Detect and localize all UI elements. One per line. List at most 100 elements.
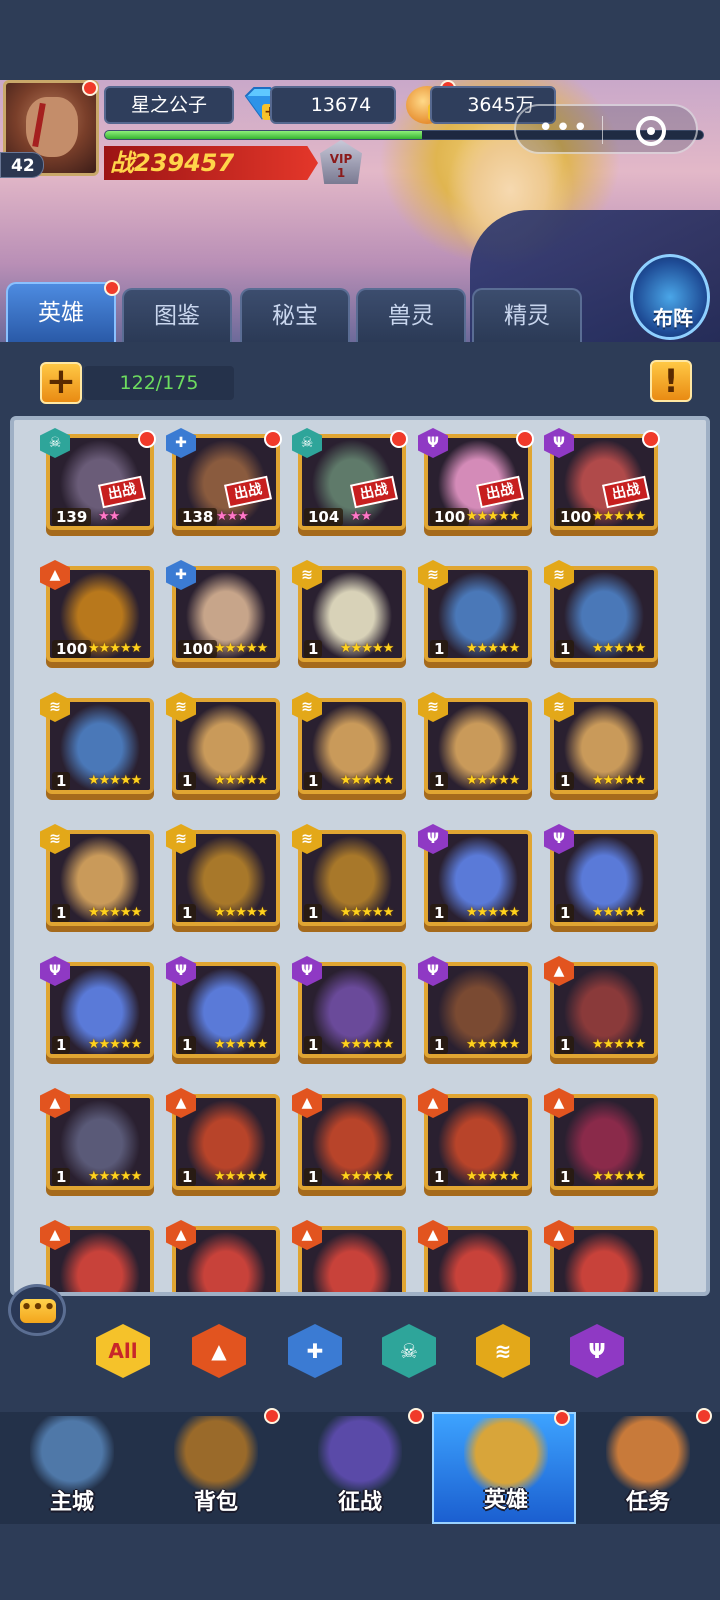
- filter-cross-button[interactable]: ✚: [288, 1324, 342, 1378]
- info-button[interactable]: !: [650, 360, 692, 402]
- nav-item-3[interactable]: 英雄: [432, 1410, 576, 1524]
- combat-power: 战239457: [104, 146, 318, 180]
- filter-flame-button[interactable]: ▲: [192, 1324, 246, 1378]
- hero-card[interactable]: 1 ★★★★★ Ψ: [40, 956, 154, 1070]
- more-menu-button[interactable]: •••: [538, 115, 590, 141]
- tab-notification-dot: [104, 280, 120, 296]
- hero-stars: ★★★★★: [88, 641, 142, 656]
- tab-label: 秘宝: [272, 303, 318, 329]
- tab-0[interactable]: 英雄: [6, 280, 120, 342]
- formation-label: 布阵: [653, 306, 693, 330]
- expand-capacity-button[interactable]: +: [40, 362, 82, 404]
- nav-item-0[interactable]: 主城: [0, 1412, 144, 1524]
- hero-level: 1: [178, 772, 197, 790]
- hero-stars: ★★★★★: [88, 1169, 142, 1184]
- nav-item-2[interactable]: 征战: [288, 1408, 432, 1524]
- filter-trident-button[interactable]: Ψ: [570, 1324, 624, 1378]
- hero-stars: ★★★★★: [592, 1169, 646, 1184]
- hero-stars: ★★: [350, 509, 372, 524]
- hero-card[interactable]: 1 ★★★★★ ≋: [40, 824, 154, 938]
- hero-card[interactable]: 100 ★★★★★ ✚: [166, 560, 280, 674]
- hero-level: 1: [556, 1168, 575, 1186]
- hero-grid: 出战 139 ★★ ☠ 出战 138 ★★★ ✚ 出战 104 ★★ ☠ 出战 100 ★★★★★ Ψ 出战 10…: [10, 416, 710, 1296]
- capsule-divider: [602, 116, 603, 144]
- hero-card[interactable]: ▲: [418, 1220, 532, 1292]
- hero-card[interactable]: 1 ★★★★★ ▲: [418, 1088, 532, 1202]
- hero-stars: ★★★★★: [340, 773, 394, 788]
- hero-card[interactable]: 1 ★★★★★ ≋: [292, 824, 406, 938]
- hero-card[interactable]: 1 ★★★★★ ≋: [292, 560, 406, 674]
- hero-level: 1: [430, 1168, 449, 1186]
- vip-level: 1: [336, 166, 346, 180]
- bottom-navigation: 主城 背包 征战 英雄 任务: [0, 1408, 720, 1524]
- avatar-notification-dot: [82, 80, 98, 96]
- hero-card[interactable]: ▲: [292, 1220, 406, 1292]
- tab-2[interactable]: 秘宝: [240, 288, 350, 342]
- hero-stars: ★★★★★: [214, 905, 268, 920]
- hero-level: 1: [304, 1036, 323, 1054]
- hero-card[interactable]: 1 ★★★★★ ≋: [40, 692, 154, 806]
- hero-card[interactable]: 1 ★★★★★ ▲: [40, 1088, 154, 1202]
- hero-stars: ★★★★★: [592, 509, 646, 524]
- tab-4[interactable]: 精灵: [472, 288, 582, 342]
- hero-card[interactable]: 出战 100 ★★★★★ Ψ: [418, 428, 534, 542]
- hero-card[interactable]: 1 ★★★★★ ≋: [292, 692, 406, 806]
- hero-card[interactable]: 1 ★★★★★ ≋: [544, 692, 658, 806]
- power-value: 239457: [134, 149, 235, 177]
- hero-card[interactable]: 出战 139 ★★ ☠: [40, 428, 156, 542]
- close-target-button[interactable]: [636, 116, 666, 146]
- hero-level: 1: [430, 904, 449, 922]
- hero-stars: ★★★★★: [88, 905, 142, 920]
- hero-card[interactable]: ▲: [166, 1220, 280, 1292]
- hero-card[interactable]: 出战 100 ★★★★★ Ψ: [544, 428, 660, 542]
- hero-card[interactable]: ▲: [544, 1220, 658, 1292]
- hero-card[interactable]: 1 ★★★★★ Ψ: [418, 824, 532, 938]
- mini-program-capsule: •••: [514, 104, 698, 154]
- hero-card[interactable]: 1 ★★★★★ ▲: [544, 956, 658, 1070]
- formation-button[interactable]: 布阵: [630, 254, 710, 340]
- hero-card[interactable]: 100 ★★★★★ ▲: [40, 560, 154, 674]
- hero-level: 1: [556, 772, 575, 790]
- hero-card[interactable]: 1 ★★★★★ ▲: [292, 1088, 406, 1202]
- nav-icon: [318, 1416, 402, 1494]
- hero-card[interactable]: 1 ★★★★★ ▲: [166, 1088, 280, 1202]
- hero-notification-dot: [390, 430, 408, 448]
- nav-label: 主城: [49, 1490, 94, 1515]
- hero-card[interactable]: 1 ★★★★★ ≋: [166, 692, 280, 806]
- hero-card[interactable]: 出战 104 ★★ ☠: [292, 428, 408, 542]
- hero-stars: ★★★★★: [214, 1169, 268, 1184]
- hero-notification-dot: [642, 430, 660, 448]
- player-name: 星之公子: [104, 86, 234, 124]
- hero-card[interactable]: 1 ★★★★★ Ψ: [418, 956, 532, 1070]
- hero-card[interactable]: 1 ★★★★★ ▲: [544, 1088, 658, 1202]
- hero-notification-dot: [516, 430, 534, 448]
- filter-all-button[interactable]: All: [96, 1324, 150, 1378]
- hero-stars: ★★★★★: [88, 773, 142, 788]
- filter-wing-button[interactable]: ≋: [476, 1324, 530, 1378]
- hero-card[interactable]: 1 ★★★★★ ≋: [544, 560, 658, 674]
- hero-card[interactable]: 1 ★★★★★ ≋: [418, 692, 532, 806]
- hero-level: 100: [556, 508, 596, 526]
- hero-level: 138: [178, 508, 218, 526]
- hero-card[interactable]: 出战 138 ★★★ ✚: [166, 428, 282, 542]
- nav-notification-dot: [696, 1408, 712, 1424]
- nav-label: 任务: [625, 1490, 670, 1515]
- filter-skull-button[interactable]: ☠: [382, 1324, 436, 1378]
- tab-1[interactable]: 图鉴: [122, 288, 232, 342]
- hero-card[interactable]: 1 ★★★★★ ≋: [166, 824, 280, 938]
- tab-3[interactable]: 兽灵: [356, 288, 466, 342]
- hero-card[interactable]: ▲: [40, 1220, 154, 1292]
- hero-stars: ★★★★★: [340, 905, 394, 920]
- hero-card[interactable]: 1 ★★★★★ Ψ: [292, 956, 406, 1070]
- hero-level: 1: [430, 772, 449, 790]
- hero-card[interactable]: 1 ★★★★★ ≋: [418, 560, 532, 674]
- nav-item-4[interactable]: 任务: [576, 1408, 720, 1524]
- hero-stars: ★★★★★: [466, 1037, 520, 1052]
- hero-card[interactable]: 1 ★★★★★ Ψ: [166, 956, 280, 1070]
- nav-item-1[interactable]: 背包: [144, 1408, 288, 1524]
- tab-label: 图鉴: [154, 303, 200, 329]
- hero-card[interactable]: 1 ★★★★★ Ψ: [544, 824, 658, 938]
- nav-icon: [606, 1416, 690, 1494]
- hero-stars: ★★★★★: [466, 641, 520, 656]
- hero-stars: ★★★: [216, 509, 249, 524]
